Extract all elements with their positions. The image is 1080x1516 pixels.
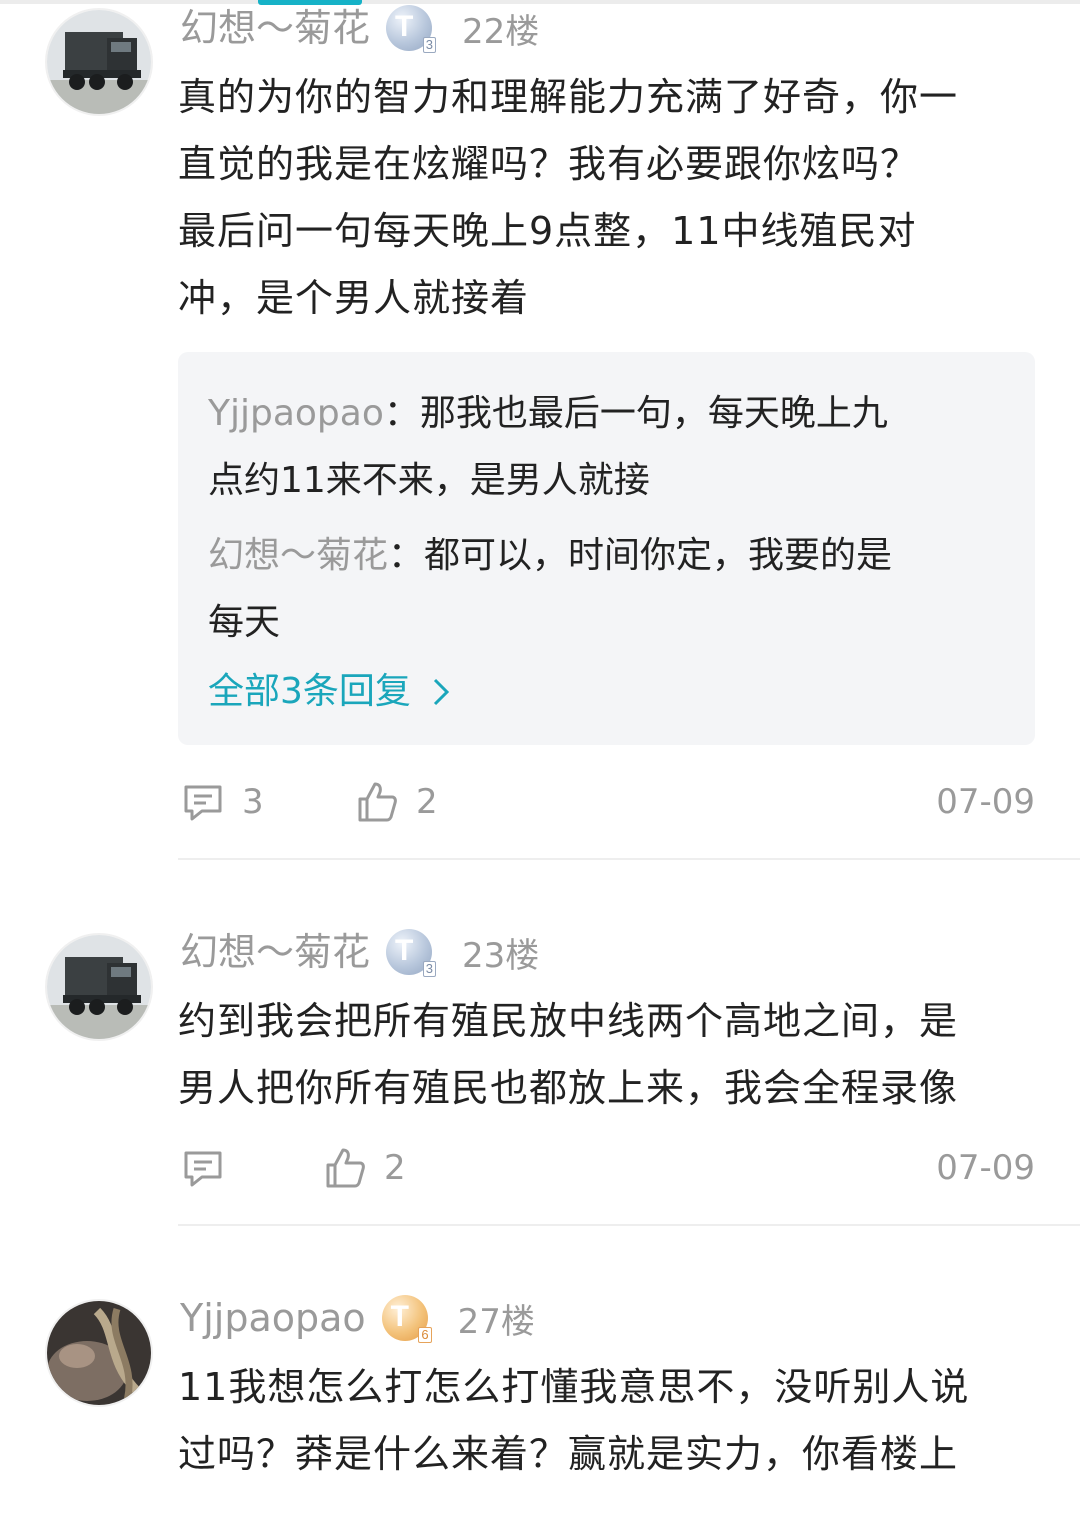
avatar[interactable] [47, 935, 151, 1039]
comment-actions: 3 2 07-09 [180, 772, 1035, 832]
post-date: 07-09 [936, 782, 1035, 822]
comment-body: 约到我会把所有殖民放中线两个高地之间，是 男人把你所有殖民也都放上来，我会全程录… [178, 999, 959, 1110]
floor-number: 23楼 [462, 935, 540, 976]
comment-meta: 幻想～菊花 T 3 22楼 [180, 0, 539, 56]
comment-actions: 2 07-09 [180, 1138, 1035, 1198]
comment-divider [178, 858, 1080, 860]
username[interactable]: 幻想～菊花 [180, 924, 370, 980]
comment-divider [178, 1224, 1080, 1226]
avatar[interactable] [47, 10, 151, 114]
comment-body: 真的为你的智力和理解能力充满了好奇，你一 直觉的我是在炫耀吗？我有必要跟你炫吗？… [178, 75, 959, 320]
comment-icon [184, 785, 222, 821]
truck-avatar-image [47, 10, 151, 114]
comment-count: 3 [242, 782, 264, 822]
reply-username[interactable]: Yjjpaopao [208, 393, 384, 434]
thumbs-up-icon [326, 1148, 365, 1188]
level-badge: T 3 [386, 929, 437, 977]
like-button[interactable]: 2 [322, 1138, 406, 1198]
chevron-right-icon [434, 678, 450, 706]
comment-icon [184, 1151, 222, 1187]
reply-preview-box[interactable]: Yjjpaopao：那我也最后一句，每天晚上九 点约11来不来，是男人就接 幻想… [178, 352, 1035, 745]
comment-meta: 幻想～菊花 T 3 23楼 [180, 924, 539, 980]
comment-button[interactable]: 3 [180, 772, 264, 832]
like-button[interactable]: 2 [354, 772, 438, 832]
rope-avatar-image [47, 1301, 151, 1405]
reply-item[interactable]: 幻想～菊花：都可以，时间你定，我要的是 每天 [208, 522, 1008, 656]
floor-number: 22楼 [462, 11, 540, 52]
top-divider [0, 0, 1080, 4]
comment-meta: Yjjpaopao T 6 27楼 [180, 1290, 535, 1346]
post-date: 07-09 [936, 1148, 1035, 1188]
level-badge: T 3 [386, 5, 437, 53]
level-badge: T 6 [381, 1295, 432, 1343]
comment-button[interactable] [180, 1138, 226, 1198]
like-count: 2 [416, 782, 438, 822]
username[interactable]: 幻想～菊花 [180, 0, 370, 56]
username[interactable]: Yjjpaopao [180, 1290, 366, 1346]
all-replies-link[interactable]: 全部3条回复 [208, 667, 452, 717]
like-count: 2 [384, 1148, 406, 1188]
floor-number: 27楼 [457, 1301, 535, 1342]
truck-avatar-image [47, 935, 151, 1039]
reply-item[interactable]: Yjjpaopao：那我也最后一句，每天晚上九 点约11来不来，是男人就接 [208, 380, 1008, 514]
thumbs-up-icon [358, 782, 397, 822]
avatar[interactable] [47, 1301, 151, 1405]
comment-body: 11我想怎么打怎么打懂我意思不，没听别人说 过吗？莽是什么来着？赢就是实力，你看… [178, 1365, 970, 1476]
reply-username[interactable]: 幻想～菊花 [208, 535, 388, 576]
